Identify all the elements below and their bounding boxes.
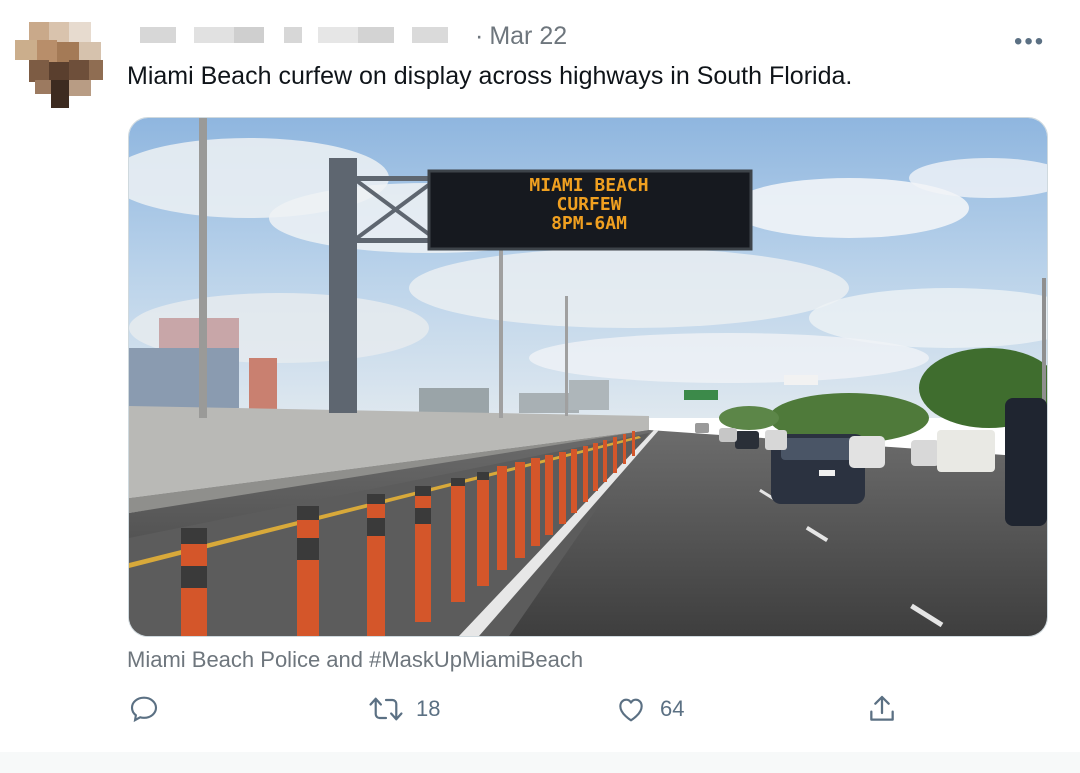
like-button[interactable]: 64 (614, 693, 684, 725)
tweet-date[interactable]: Mar 22 (489, 22, 567, 50)
highway-photo: MIAMI BEACH CURFEW 8PM-6AM (129, 118, 1047, 636)
sign-line-3: 8PM-6AM (551, 213, 627, 234)
timeline-divider (0, 752, 1080, 773)
avatar[interactable] (15, 22, 105, 108)
separator-dot: · (475, 22, 484, 50)
more-icon: ••• (1014, 28, 1046, 55)
share-icon (870, 695, 894, 721)
tweet-text: Miami Beach curfew on display across hig… (127, 62, 853, 90)
sign-line-1: MIAMI BEACH (529, 175, 648, 196)
sign-line-2: CURFEW (556, 194, 621, 215)
user-handle-redacted[interactable] (122, 24, 472, 46)
tweet-timestamp[interactable]: · Mar 22 (475, 22, 567, 51)
retweet-icon (369, 697, 403, 721)
like-icon (619, 698, 643, 722)
reply-icon (130, 696, 158, 723)
share-button[interactable] (866, 693, 898, 725)
more-options-button[interactable]: ••• (1014, 28, 1045, 56)
tweet-photo[interactable]: MIAMI BEACH CURFEW 8PM-6AM (128, 117, 1048, 637)
reply-button[interactable] (128, 693, 172, 725)
media-caption[interactable]: Miami Beach Police and #MaskUpMiamiBeach (127, 647, 583, 673)
like-count: 64 (660, 696, 685, 721)
retweet-button[interactable]: 18 (368, 693, 440, 725)
retweet-count: 18 (416, 696, 441, 721)
tweet-card: · Mar 22 ••• Miami Beach curfew on displa… (0, 0, 1080, 773)
tweet-actions: 18 64 (0, 693, 1080, 733)
